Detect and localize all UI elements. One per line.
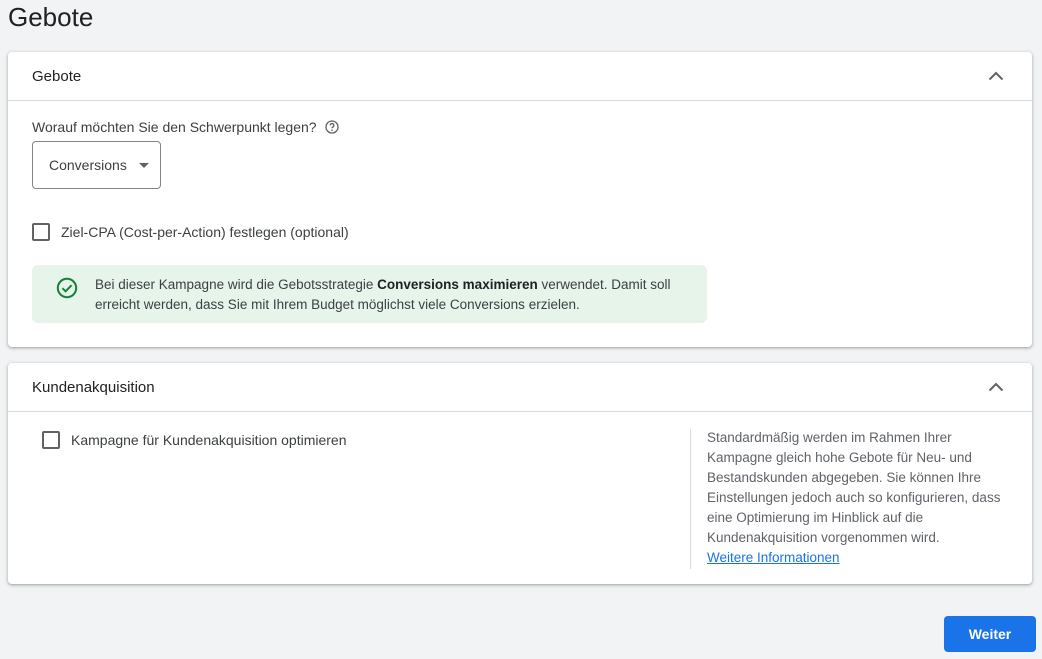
focus-dropdown-value: Conversions: [49, 157, 127, 173]
acquisition-help-text: Standardmäßig werden im Rahmen Ihrer Kam…: [707, 428, 1007, 568]
acquisition-card-title: Kundenakquisition: [32, 378, 155, 396]
focus-dropdown[interactable]: Conversions: [32, 141, 161, 189]
strategy-notice: Bei dieser Kampagne wird die Gebotsstrat…: [32, 265, 707, 323]
acquisition-checkbox[interactable]: [42, 431, 60, 449]
vertical-divider: [690, 429, 691, 569]
strategy-notice-text: Bei dieser Kampagne wird die Gebotsstrat…: [95, 275, 695, 315]
notice-text-start: Bei dieser Kampagne wird die Gebotsstrat…: [95, 277, 378, 292]
next-button[interactable]: Weiter: [944, 616, 1036, 652]
check-circle-icon: [56, 277, 78, 299]
target-cpa-row[interactable]: Ziel-CPA (Cost-per-Action) festlegen (op…: [32, 223, 349, 241]
bidding-card-title: Gebote: [32, 67, 82, 85]
bidding-card-header[interactable]: Gebote: [8, 52, 1032, 101]
bidding-card: Gebote Worauf möchten Sie den Schwerpunk…: [8, 52, 1032, 347]
target-cpa-label: Ziel-CPA (Cost-per-Action) festlegen (op…: [61, 224, 349, 240]
page-title: Gebote: [8, 2, 94, 32]
focus-question: Worauf möchten Sie den Schwerpunkt legen…: [32, 119, 339, 135]
chevron-up-icon[interactable]: [984, 64, 1008, 88]
acquisition-row[interactable]: Kampagne für Kundenakquisition optimiere…: [42, 431, 347, 449]
help-icon[interactable]: [324, 120, 339, 134]
acquisition-checkbox-label: Kampagne für Kundenakquisition optimiere…: [71, 432, 347, 448]
notice-strategy-name: Conversions maximieren: [377, 277, 538, 292]
learn-more-link[interactable]: Weitere Informationen: [707, 550, 840, 565]
chevron-up-icon[interactable]: [984, 375, 1008, 399]
target-cpa-checkbox[interactable]: [32, 223, 50, 241]
focus-question-label: Worauf möchten Sie den Schwerpunkt legen…: [32, 119, 317, 135]
acquisition-help-body: Standardmäßig werden im Rahmen Ihrer Kam…: [707, 430, 1001, 545]
acquisition-card-header[interactable]: Kundenakquisition: [8, 363, 1032, 412]
dropdown-arrow-icon: [138, 162, 149, 168]
acquisition-card: Kundenakquisition Kampagne für Kundenakq…: [8, 363, 1032, 584]
